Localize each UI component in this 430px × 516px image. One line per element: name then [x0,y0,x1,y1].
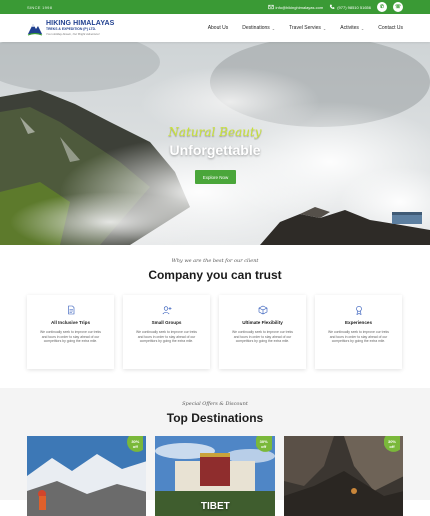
box-icon [258,305,267,315]
nav-item-label: Travel Servies [289,25,321,31]
feature-card-desc: We continually seek to improve our treks… [136,330,197,344]
badge-off: off [389,443,395,449]
trust-title: Company you can trust [148,268,282,282]
top-bar: SINCE 1998 info@hikinghimalayas.com (977… [0,0,430,14]
top-bar-right: info@hikinghimalayas.com (977) 98510 516… [267,2,403,12]
destination-name: TIBET [200,501,230,512]
document-icon [67,305,74,315]
email-link[interactable]: info@hikinghimalayas.com [267,4,324,10]
destination-image [283,436,403,516]
trust-eyebrow: Why we are the best for our client [171,258,259,264]
explore-now-button[interactable]: Explore Now [195,170,236,184]
nav-item-about[interactable]: About Us [208,25,229,31]
nav-item-label: Destinations [242,25,270,31]
feature-card-title: Small Groups [151,320,182,325]
phone-icon [330,4,335,9]
hero-banner: Natural Beauty Unforgettable Explore Now [0,42,430,245]
nav-item-label: About Us [207,25,229,31]
destination-image [27,436,147,516]
trust-section: Why we are the best for our client Compa… [0,245,430,385]
chevron-down-icon: ⌄ [322,25,327,31]
feature-card: Small Groups We continually seek to impr… [123,295,210,369]
viber-icon[interactable]: ☏ [393,2,403,12]
destination-card[interactable]: 30% off [27,436,147,516]
feature-card-title: Ultimate Flexibility [242,320,283,325]
badge-off: off [132,443,138,449]
whatsapp-icon[interactable]: ✆ [377,2,387,12]
main-navigation: HIKING HIMALAYAS TREKS & EXPEDITION (P) … [0,14,430,42]
nav-item-destinations[interactable]: Destinations ⌄ [242,25,275,31]
email-text: info@hikinghimalayas.com [275,4,324,10]
logo-title: HIKING HIMALAYAS [46,20,115,28]
site-logo[interactable]: HIKING HIMALAYAS TREKS & EXPEDITION (P) … [27,19,114,37]
feature-card-desc: We continually seek to improve our treks… [328,330,389,344]
destination-card[interactable]: 30% off [283,436,403,516]
nav-item-travel-services[interactable]: Travel Servies ⌄ [289,25,326,31]
phone-link[interactable]: (977) 98510 51656 [329,4,371,10]
logo-text: HIKING HIMALAYAS TREKS & EXPEDITION (P) … [46,20,114,35]
nav-item-label: Activites [340,25,359,31]
destination-card[interactable]: 30% off TIBET [155,436,275,516]
feature-cards: All Inclusive Trips We continually seek … [27,295,403,369]
destination-cards: 30% off 30% off TIBET 30% off [27,436,403,516]
chevron-down-icon: ⌄ [271,25,276,31]
feature-card: Ultimate Flexibility We continually seek… [219,295,306,369]
add-user-icon [162,306,171,315]
feature-card-desc: We continually seek to improve our treks… [232,330,293,344]
phone-text: (977) 98510 51656 [337,4,371,10]
destinations-title: Top Destinations [166,411,264,425]
mail-icon [267,4,274,10]
feature-card: Experiences We continually seek to impro… [315,295,402,369]
mountain-logo-icon [27,24,43,36]
nav-item-label: Contact Us [378,25,403,31]
award-icon [355,305,362,315]
hero-script-text: Natural Beauty [168,125,262,139]
hero-title: Unforgettable [169,142,261,158]
logo-tagline: Your Holiday Dream, Our Bright Adventure… [46,31,100,36]
destinations-section: Special Offers & Discount Top Destinatio… [0,388,430,516]
feature-card-desc: We continually seek to improve our treks… [40,330,101,344]
badge-off: off [261,443,267,449]
feature-card-title: Experiences [344,320,373,325]
feature-card-title: All Inclusive Trips [50,320,91,325]
chevron-down-icon: ⌄ [360,25,365,31]
feature-card: All Inclusive Trips We continually seek … [27,295,114,369]
nav-menu: About Us Destinations ⌄ Travel Servies ⌄ A… [208,25,403,31]
destinations-eyebrow: Special Offers & Discount [182,401,248,407]
nav-item-activities[interactable]: Activites ⌄ [340,25,364,31]
since-text: SINCE 1998 [27,4,53,10]
nav-item-contact[interactable]: Contact Us [378,25,403,31]
